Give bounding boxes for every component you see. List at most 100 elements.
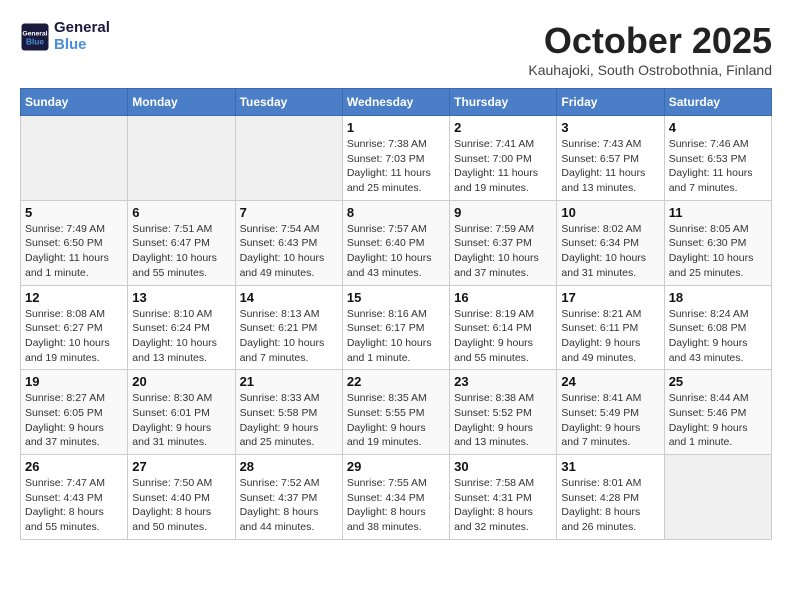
calendar-cell: 16 Sunrise: 8:19 AM Sunset: 6:14 PM Dayli… <box>450 285 557 370</box>
weekday-header-monday: Monday <box>128 89 235 116</box>
day-number: 1 <box>347 120 445 135</box>
calendar-cell: 1Sunrise: 7:38 AM Sunset: 7:03 PM Daylig… <box>342 116 449 201</box>
day-number: 16 <box>454 290 552 305</box>
svg-text:General: General <box>22 30 47 37</box>
calendar-week-row: 1Sunrise: 7:38 AM Sunset: 7:03 PM Daylig… <box>21 116 772 201</box>
day-number: 12 <box>25 290 123 305</box>
month-title: October 2025 <box>528 20 772 62</box>
day-info: Sunrise: 7:41 AM Sunset: 7:00 PM Dayligh… <box>454 137 552 196</box>
day-info: Sunrise: 7:47 AM Sunset: 4:43 PM Dayligh… <box>25 476 123 535</box>
calendar-cell <box>235 116 342 201</box>
day-number: 22 <box>347 374 445 389</box>
day-number: 11 <box>669 205 767 220</box>
calendar-cell: 14 Sunrise: 8:13 AM Sunset: 6:21 PM Dayli… <box>235 285 342 370</box>
day-number: 10 <box>561 205 659 220</box>
calendar-cell: 15Sunrise: 8:16 AM Sunset: 6:17 PM Dayli… <box>342 285 449 370</box>
weekday-header-thursday: Thursday <box>450 89 557 116</box>
calendar-cell: 20 Sunrise: 8:30 AM Sunset: 6:01 PM Dayli… <box>128 370 235 455</box>
day-number: 24 <box>561 374 659 389</box>
calendar-cell: 27 Sunrise: 7:50 AM Sunset: 4:40 PM Dayli… <box>128 455 235 540</box>
page-header: General Blue General Blue October 2025 K… <box>20 20 772 78</box>
day-info: Sunrise: 8:08 AM Sunset: 6:27 PM Dayligh… <box>25 307 123 366</box>
day-info: Sunrise: 7:59 AM Sunset: 6:37 PM Dayligh… <box>454 222 552 281</box>
calendar-cell: 8Sunrise: 7:57 AM Sunset: 6:40 PM Daylig… <box>342 200 449 285</box>
calendar-week-row: 5 Sunrise: 7:49 AM Sunset: 6:50 PM Daylig… <box>21 200 772 285</box>
day-number: 25 <box>669 374 767 389</box>
logo-icon: General Blue <box>20 22 50 52</box>
weekday-header-row: SundayMondayTuesdayWednesdayThursdayFrid… <box>21 89 772 116</box>
day-info: Sunrise: 8:19 AM Sunset: 6:14 PM Dayligh… <box>454 307 552 366</box>
calendar-cell: 10 Sunrise: 8:02 AM Sunset: 6:34 PM Dayli… <box>557 200 664 285</box>
calendar-cell: 11 Sunrise: 8:05 AM Sunset: 6:30 PM Dayli… <box>664 200 771 285</box>
day-info: Sunrise: 8:33 AM Sunset: 5:58 PM Dayligh… <box>240 391 338 450</box>
calendar-cell: 21Sunrise: 8:33 AM Sunset: 5:58 PM Dayli… <box>235 370 342 455</box>
title-area: October 2025 Kauhajoki, South Ostrobothn… <box>528 20 772 78</box>
calendar-week-row: 19 Sunrise: 8:27 AM Sunset: 6:05 PM Dayli… <box>21 370 772 455</box>
calendar-cell: 13Sunrise: 8:10 AM Sunset: 6:24 PM Dayli… <box>128 285 235 370</box>
day-number: 8 <box>347 205 445 220</box>
weekday-header-sunday: Sunday <box>21 89 128 116</box>
day-number: 2 <box>454 120 552 135</box>
weekday-header-friday: Friday <box>557 89 664 116</box>
day-number: 3 <box>561 120 659 135</box>
calendar-cell: 4 Sunrise: 7:46 AM Sunset: 6:53 PM Daylig… <box>664 116 771 201</box>
weekday-header-wednesday: Wednesday <box>342 89 449 116</box>
day-info: Sunrise: 7:54 AM Sunset: 6:43 PM Dayligh… <box>240 222 338 281</box>
logo-text-blue: Blue <box>54 37 110 54</box>
day-info: Sunrise: 8:44 AM Sunset: 5:46 PM Dayligh… <box>669 391 767 450</box>
calendar-cell: 26 Sunrise: 7:47 AM Sunset: 4:43 PM Dayli… <box>21 455 128 540</box>
logo: General Blue General Blue <box>20 20 110 53</box>
calendar-cell: 12 Sunrise: 8:08 AM Sunset: 6:27 PM Dayli… <box>21 285 128 370</box>
calendar-cell: 18 Sunrise: 8:24 AM Sunset: 6:08 PM Dayli… <box>664 285 771 370</box>
day-info: Sunrise: 7:46 AM Sunset: 6:53 PM Dayligh… <box>669 137 767 196</box>
calendar-week-row: 12 Sunrise: 8:08 AM Sunset: 6:27 PM Dayli… <box>21 285 772 370</box>
day-info: Sunrise: 7:58 AM Sunset: 4:31 PM Dayligh… <box>454 476 552 535</box>
day-info: Sunrise: 8:24 AM Sunset: 6:08 PM Dayligh… <box>669 307 767 366</box>
day-info: Sunrise: 8:30 AM Sunset: 6:01 PM Dayligh… <box>132 391 230 450</box>
day-number: 6 <box>132 205 230 220</box>
calendar-cell <box>128 116 235 201</box>
day-info: Sunrise: 7:50 AM Sunset: 4:40 PM Dayligh… <box>132 476 230 535</box>
location-subtitle: Kauhajoki, South Ostrobothnia, Finland <box>528 62 772 78</box>
calendar-cell: 6Sunrise: 7:51 AM Sunset: 6:47 PM Daylig… <box>128 200 235 285</box>
calendar-cell: 29 Sunrise: 7:55 AM Sunset: 4:34 PM Dayli… <box>342 455 449 540</box>
day-number: 30 <box>454 459 552 474</box>
day-number: 5 <box>25 205 123 220</box>
svg-text:Blue: Blue <box>26 37 44 46</box>
day-info: Sunrise: 8:13 AM Sunset: 6:21 PM Dayligh… <box>240 307 338 366</box>
day-number: 31 <box>561 459 659 474</box>
day-number: 7 <box>240 205 338 220</box>
calendar-cell: 3 Sunrise: 7:43 AM Sunset: 6:57 PM Daylig… <box>557 116 664 201</box>
calendar-table: SundayMondayTuesdayWednesdayThursdayFrid… <box>20 88 772 540</box>
day-number: 18 <box>669 290 767 305</box>
calendar-cell: 30 Sunrise: 7:58 AM Sunset: 4:31 PM Dayli… <box>450 455 557 540</box>
day-number: 13 <box>132 290 230 305</box>
day-number: 28 <box>240 459 338 474</box>
calendar-cell: 23Sunrise: 8:38 AM Sunset: 5:52 PM Dayli… <box>450 370 557 455</box>
calendar-cell: 9 Sunrise: 7:59 AM Sunset: 6:37 PM Daylig… <box>450 200 557 285</box>
day-info: Sunrise: 7:55 AM Sunset: 4:34 PM Dayligh… <box>347 476 445 535</box>
day-number: 9 <box>454 205 552 220</box>
day-number: 26 <box>25 459 123 474</box>
day-info: Sunrise: 8:21 AM Sunset: 6:11 PM Dayligh… <box>561 307 659 366</box>
day-info: Sunrise: 8:02 AM Sunset: 6:34 PM Dayligh… <box>561 222 659 281</box>
calendar-cell: 31Sunrise: 8:01 AM Sunset: 4:28 PM Dayli… <box>557 455 664 540</box>
calendar-week-row: 26 Sunrise: 7:47 AM Sunset: 4:43 PM Dayli… <box>21 455 772 540</box>
day-number: 15 <box>347 290 445 305</box>
day-info: Sunrise: 7:43 AM Sunset: 6:57 PM Dayligh… <box>561 137 659 196</box>
day-number: 27 <box>132 459 230 474</box>
day-number: 29 <box>347 459 445 474</box>
day-number: 23 <box>454 374 552 389</box>
day-info: Sunrise: 8:05 AM Sunset: 6:30 PM Dayligh… <box>669 222 767 281</box>
calendar-cell <box>664 455 771 540</box>
calendar-cell: 2 Sunrise: 7:41 AM Sunset: 7:00 PM Daylig… <box>450 116 557 201</box>
calendar-cell: 22 Sunrise: 8:35 AM Sunset: 5:55 PM Dayli… <box>342 370 449 455</box>
calendar-cell: 28Sunrise: 7:52 AM Sunset: 4:37 PM Dayli… <box>235 455 342 540</box>
day-info: Sunrise: 8:27 AM Sunset: 6:05 PM Dayligh… <box>25 391 123 450</box>
day-info: Sunrise: 7:49 AM Sunset: 6:50 PM Dayligh… <box>25 222 123 281</box>
day-number: 14 <box>240 290 338 305</box>
day-number: 19 <box>25 374 123 389</box>
day-number: 20 <box>132 374 230 389</box>
day-info: Sunrise: 8:35 AM Sunset: 5:55 PM Dayligh… <box>347 391 445 450</box>
day-number: 4 <box>669 120 767 135</box>
